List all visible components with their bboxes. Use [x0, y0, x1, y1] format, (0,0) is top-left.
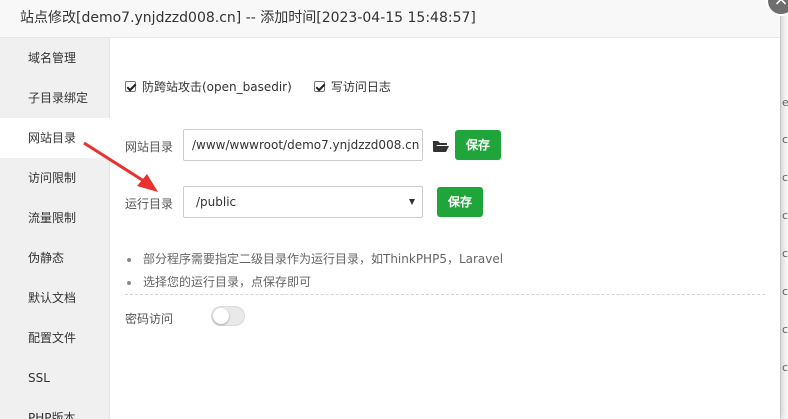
site-edit-dialog: 站点修改[demo7.ynjdzzd008.cn] -- 添加时间[2023-0…	[0, 0, 788, 419]
sidebar-item-domain[interactable]: 域名管理	[0, 38, 109, 78]
sidebar-item-site-directory[interactable]: 网站目录	[0, 118, 110, 158]
save-site-dir-button[interactable]: 保存	[455, 130, 501, 160]
background-text-fragment: c	[782, 247, 788, 260]
chevron-down-icon	[409, 199, 415, 205]
background-text-fragment: c	[782, 133, 788, 146]
toggle-knob	[213, 308, 229, 324]
background-text-fragment: c	[782, 323, 788, 336]
sidebar-item-access-limit[interactable]: 访问限制	[0, 158, 109, 198]
run-dir-label: 运行目录	[125, 197, 174, 211]
access-log-label[interactable]: 写访问日志	[331, 78, 391, 95]
background-text-fragment: e	[782, 96, 788, 109]
sidebar-item-subdir-binding[interactable]: 子目录绑定	[0, 78, 109, 118]
site-dir-label: 网站目录	[125, 140, 174, 154]
tip-item: 部分程序需要指定二级目录作为运行目录，如ThinkPHP5，Laravel	[125, 248, 765, 271]
sidebar-item-traffic-limit[interactable]: 流量限制	[0, 198, 109, 238]
run-dir-select[interactable]: /public	[183, 186, 423, 218]
tips-list: 部分程序需要指定二级目录作为运行目录，如ThinkPHP5，Laravel 选择…	[125, 248, 765, 294]
password-access-label: 密码访问	[125, 312, 174, 326]
tip-item: 选择您的运行目录，点保存即可	[125, 271, 765, 294]
dialog-content: 防跨站攻击(open_basedir) 写访问日志 网站目录 /www/wwwr…	[110, 38, 780, 419]
background-text-fragment: c	[782, 361, 788, 374]
site-dir-input[interactable]: /www/wwwroot/demo7.ynjdzzd008.cn	[183, 129, 423, 161]
dialog-sidebar: 域名管理 子目录绑定 网站目录 访问限制 流量限制 伪静态 默认文档 配置文件 …	[0, 38, 110, 419]
sidebar-item-config-file[interactable]: 配置文件	[0, 318, 109, 358]
sidebar-item-php-version[interactable]: PHP版本	[0, 398, 109, 419]
background-text-fragment: c	[782, 171, 788, 184]
folder-open-icon[interactable]	[432, 139, 450, 153]
options-row: 防跨站攻击(open_basedir) 写访问日志	[125, 78, 413, 94]
open-basedir-label[interactable]: 防跨站攻击(open_basedir)	[142, 78, 292, 95]
dialog-title: 站点修改[demo7.ynjdzzd008.cn] -- 添加时间[2023-0…	[0, 0, 780, 38]
open-basedir-checkbox[interactable]	[125, 80, 136, 92]
access-log-checkbox[interactable]	[313, 80, 325, 92]
divider	[125, 294, 765, 295]
sidebar-item-rewrite[interactable]: 伪静态	[0, 238, 109, 278]
sidebar-item-ssl[interactable]: SSL	[0, 358, 109, 398]
password-access-toggle[interactable]	[211, 306, 245, 326]
background-text-fragment: c	[782, 209, 788, 222]
run-dir-selected-value: /public	[196, 195, 237, 209]
sidebar-item-default-doc[interactable]: 默认文档	[0, 278, 109, 318]
save-run-dir-button[interactable]: 保存	[437, 187, 483, 217]
background-page-strip: e c c c c c c c	[780, 0, 788, 419]
background-text-fragment: c	[782, 285, 788, 298]
